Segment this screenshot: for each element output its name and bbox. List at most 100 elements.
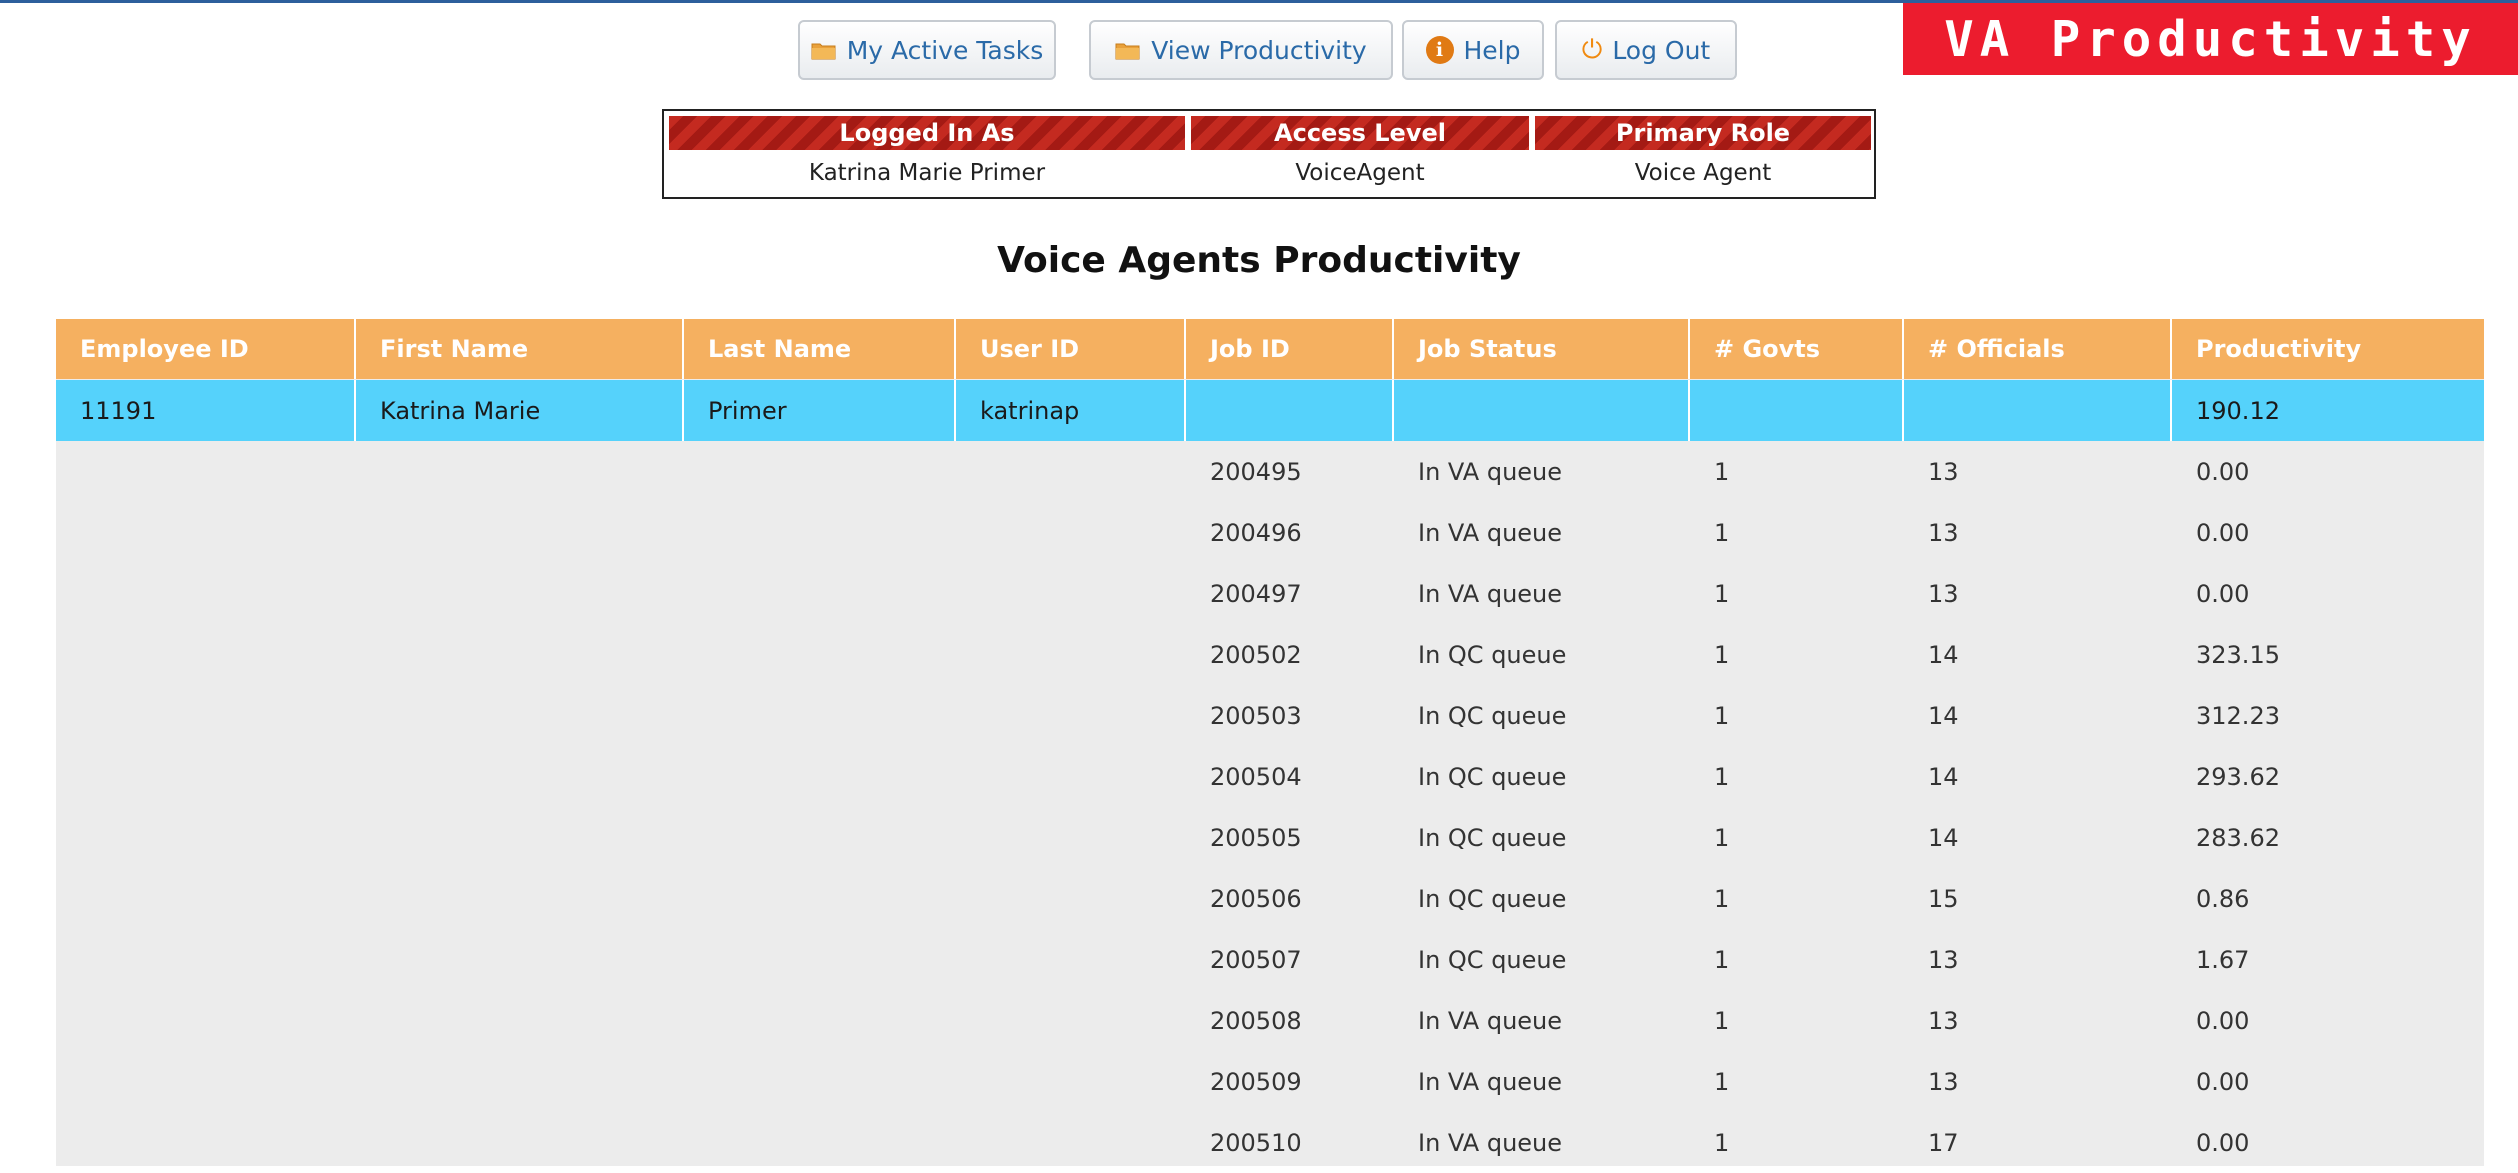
table-row: 200508 In VA queue 1 13 0.00 (56, 990, 2484, 1051)
officials-cell: 14 (1928, 823, 1959, 852)
column-header-govts[interactable]: # Govts (1690, 319, 1904, 379)
job-id-cell: 200495 (1210, 457, 1302, 486)
table-row: 200496 In VA queue 1 13 0.00 (56, 502, 2484, 563)
job-id-cell (1186, 380, 1394, 441)
table-row: 200502 In QC queue 1 14 323.15 (56, 624, 2484, 685)
info-icon: i (1425, 36, 1454, 64)
last-name-cell: Primer (684, 380, 956, 441)
govts-cell: 1 (1714, 701, 1730, 730)
govts-cell: 1 (1714, 640, 1730, 669)
column-header-productivity[interactable]: Productivity (2172, 319, 2484, 379)
logged-in-as-header: Logged In As (669, 116, 1185, 150)
my-active-tasks-label: My Active Tasks (846, 35, 1044, 65)
job-id-cell: 200504 (1210, 762, 1302, 791)
productivity-cell: 1.67 (2196, 945, 2250, 974)
job-id-cell: 200508 (1210, 1006, 1302, 1035)
job-status-cell: In VA queue (1418, 1128, 1563, 1157)
column-header-last-name[interactable]: Last Name (684, 319, 956, 379)
view-productivity-button[interactable]: View Productivity (1089, 20, 1393, 80)
table-row: 200495 In VA queue 1 13 0.00 (56, 441, 2484, 502)
govts-cell: 1 (1714, 457, 1730, 486)
govts-cell: 1 (1714, 518, 1730, 547)
productivity-cell: 283.62 (2196, 823, 2280, 852)
productivity-cell: 0.00 (2196, 457, 2250, 486)
column-header-user-id[interactable]: User ID (956, 319, 1186, 379)
job-status-cell (1394, 380, 1690, 441)
column-header-officials[interactable]: # Officials (1904, 319, 2172, 379)
officials-cell: 14 (1928, 640, 1959, 669)
officials-cell: 14 (1928, 762, 1959, 791)
agent-summary-row[interactable]: 11191 Katrina Marie Primer katrinap 190.… (56, 380, 2484, 441)
table-row: 200503 In QC queue 1 14 312.23 (56, 685, 2484, 746)
productivity-cell: 190.12 (2196, 396, 2280, 425)
job-id-cell: 200510 (1210, 1128, 1302, 1157)
log-out-label: Log Out (1612, 35, 1711, 65)
officials-cell: 13 (1928, 457, 1959, 486)
table-row: 200504 In QC queue 1 14 293.62 (56, 746, 2484, 807)
table-row: 200507 In QC queue 1 13 1.67 (56, 929, 2484, 990)
logged-in-as-value: Katrina Marie Primer (808, 160, 1046, 186)
job-status-cell: In VA queue (1418, 1006, 1563, 1035)
job-id-cell: 200507 (1210, 945, 1302, 974)
page-title: Voice Agents Productivity (997, 240, 1521, 281)
job-status-cell: In QC queue (1418, 701, 1567, 730)
productivity-cell: 323.15 (2196, 640, 2280, 669)
govts-cell: 1 (1714, 823, 1730, 852)
govts-cell: 1 (1714, 1006, 1730, 1035)
column-header-first-name[interactable]: First Name (356, 319, 684, 379)
job-id-cell: 200505 (1210, 823, 1302, 852)
table-row: 200510 In VA queue 1 17 0.00 (56, 1112, 2484, 1173)
govts-cell: 1 (1714, 1128, 1730, 1157)
productivity-cell: 0.00 (2196, 1128, 2250, 1157)
folder-icon (811, 41, 837, 60)
job-status-cell: In QC queue (1418, 823, 1567, 852)
officials-cell: 15 (1928, 884, 1959, 913)
govts-cell: 1 (1714, 579, 1730, 608)
job-id-cell: 200503 (1210, 701, 1302, 730)
view-productivity-label: View Productivity (1151, 35, 1367, 65)
help-button[interactable]: i Help (1402, 20, 1544, 80)
table-header-row: Employee ID First Name Last Name User ID… (56, 319, 2484, 379)
productivity-cell: 0.00 (2196, 1067, 2250, 1096)
job-id-cell: 200497 (1210, 579, 1302, 608)
column-header-job-status[interactable]: Job Status (1394, 319, 1690, 379)
column-header-employee-id[interactable]: Employee ID (56, 319, 356, 379)
power-icon: ⏻ (1581, 35, 1603, 65)
my-active-tasks-button[interactable]: My Active Tasks (798, 20, 1056, 80)
govts-cell (1690, 380, 1904, 441)
job-status-cell: In QC queue (1418, 945, 1567, 974)
primary-role-value: Voice Agent (1634, 160, 1772, 186)
folder-icon (1115, 41, 1141, 60)
table-row: 200509 In VA queue 1 13 0.00 (56, 1051, 2484, 1112)
govts-cell: 1 (1714, 945, 1730, 974)
table-row: 200505 In QC queue 1 14 283.62 (56, 807, 2484, 868)
job-status-cell: In QC queue (1418, 762, 1567, 791)
app-title-banner: VA Productivity (1903, 3, 2518, 75)
productivity-cell: 0.86 (2196, 884, 2250, 913)
job-id-cell: 200496 (1210, 518, 1302, 547)
job-id-cell: 200502 (1210, 640, 1302, 669)
job-status-cell: In QC queue (1418, 640, 1567, 669)
officials-cell: 13 (1928, 1067, 1959, 1096)
job-status-cell: In VA queue (1418, 1067, 1563, 1096)
officials-cell: 13 (1928, 945, 1959, 974)
log-out-button[interactable]: ⏻ Log Out (1555, 20, 1737, 80)
session-info-box: Logged In As Access Level Primary Role K… (662, 109, 1876, 199)
table-row: 200497 In VA queue 1 13 0.00 (56, 563, 2484, 624)
productivity-cell: 293.62 (2196, 762, 2280, 791)
officials-cell: 13 (1928, 1006, 1959, 1035)
officials-cell: 14 (1928, 701, 1959, 730)
productivity-cell: 0.00 (2196, 579, 2250, 608)
first-name-cell: Katrina Marie (356, 380, 684, 441)
job-status-cell: In VA queue (1418, 579, 1563, 608)
officials-cell: 17 (1928, 1128, 1959, 1157)
productivity-cell: 0.00 (2196, 1006, 2250, 1035)
productivity-cell: 0.00 (2196, 518, 2250, 547)
employee-id-cell: 11191 (56, 380, 356, 441)
officials-cell: 13 (1928, 518, 1959, 547)
job-id-cell: 200509 (1210, 1067, 1302, 1096)
job-status-cell: In VA queue (1418, 457, 1563, 486)
access-level-header: Access Level (1191, 116, 1529, 150)
job-id-cell: 200506 (1210, 884, 1302, 913)
column-header-job-id[interactable]: Job ID (1186, 319, 1394, 379)
